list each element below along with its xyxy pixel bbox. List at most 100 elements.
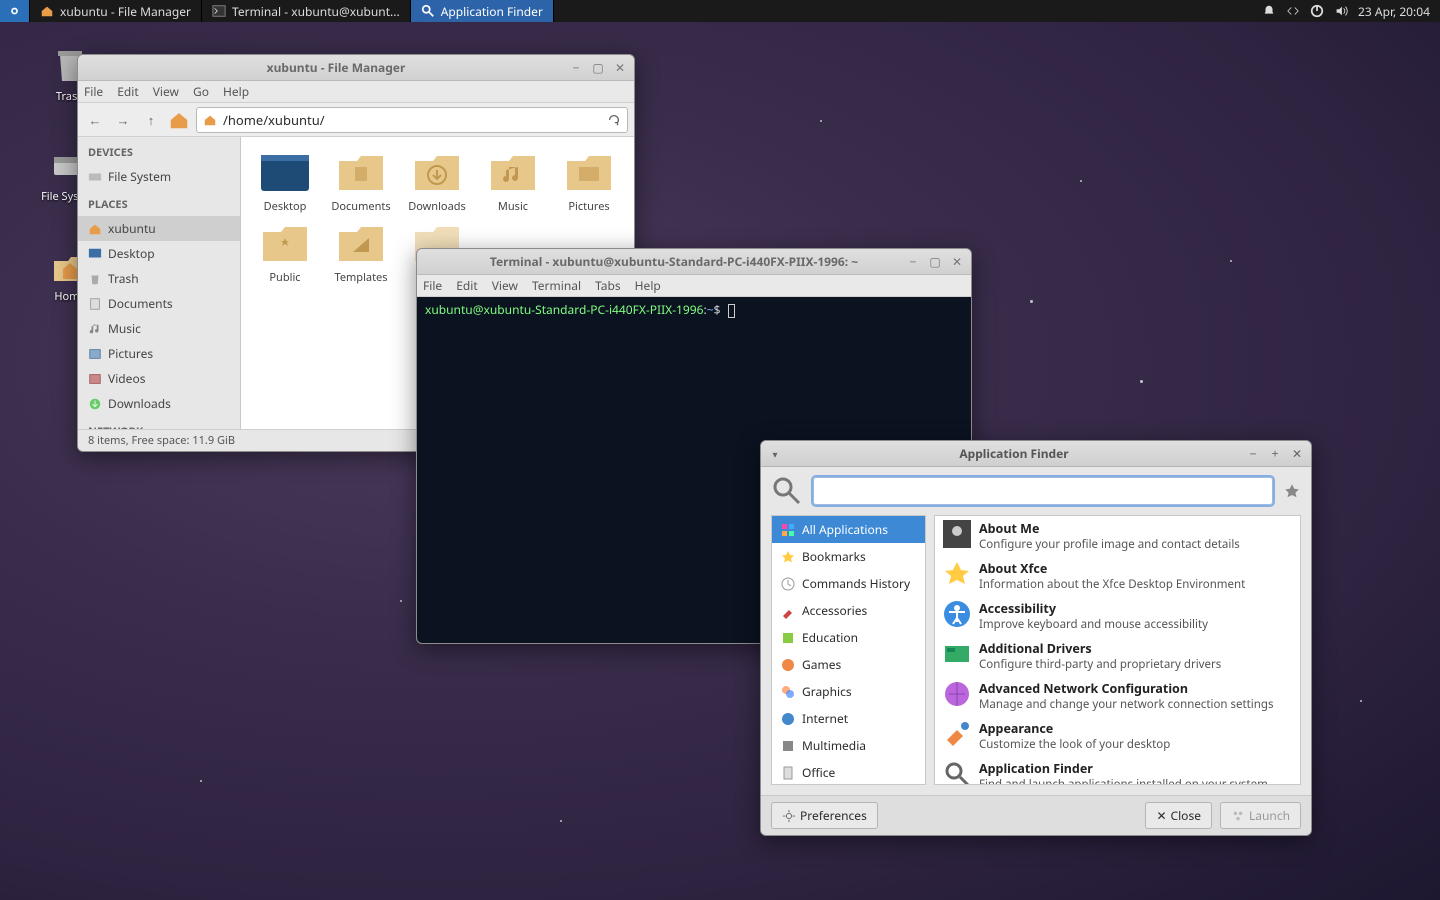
path-home-icon	[203, 113, 217, 127]
maximize-button[interactable]: +	[1267, 446, 1283, 462]
cat-office[interactable]: Office	[772, 759, 925, 785]
power-icon[interactable]	[1310, 4, 1324, 18]
maximize-button[interactable]: ▢	[590, 60, 606, 76]
sidebar-item-music[interactable]: Music	[78, 316, 240, 341]
search-input[interactable]	[813, 477, 1273, 505]
task-file-manager[interactable]: xubuntu - File Manager	[30, 0, 202, 22]
notifications-icon[interactable]	[1262, 4, 1276, 18]
menu-terminal[interactable]: Terminal	[532, 277, 581, 294]
menu-edit[interactable]: Edit	[117, 83, 138, 100]
sidebar-item-label: Trash	[108, 270, 139, 287]
menu-go[interactable]: Go	[193, 83, 209, 100]
gear-icon	[782, 809, 796, 823]
bookmark-icon[interactable]	[1283, 482, 1301, 500]
menu-view[interactable]: View	[492, 277, 518, 294]
menu-file[interactable]: File	[423, 277, 442, 294]
app-title: Advanced Network Configuration	[979, 680, 1273, 697]
app-finder-window: ▾ Application Finder − + ✕ All Applicati…	[760, 440, 1312, 836]
sidebar-item-pictures[interactable]: Pictures	[78, 341, 240, 366]
menu-help[interactable]: Help	[635, 277, 661, 294]
folder-desktop[interactable]: Desktop	[251, 147, 319, 214]
launch-button[interactable]: Launch	[1220, 802, 1301, 829]
preferences-button[interactable]: Preferences	[771, 802, 878, 829]
sidebar-item-label: Downloads	[108, 395, 171, 412]
app-accessibility[interactable]: AccessibilityImprove keyboard and mouse …	[935, 596, 1300, 636]
forward-button[interactable]: →	[112, 109, 134, 131]
back-button[interactable]: ←	[84, 109, 106, 131]
cat-multimedia[interactable]: Multimedia	[772, 732, 925, 759]
folder-templates[interactable]: Templates	[327, 218, 395, 285]
sidebar-item-xubuntu[interactable]: xubuntu	[78, 216, 240, 241]
app-application-finder[interactable]: Application FinderFind and launch applic…	[935, 756, 1300, 785]
sidebar-hdr-network: NETWORK	[78, 416, 240, 429]
cat-all-applications[interactable]: All Applications	[772, 516, 925, 543]
minimize-button[interactable]: −	[905, 254, 921, 270]
network-icon[interactable]	[1286, 4, 1300, 18]
app-about-xfce[interactable]: About XfceInformation about the Xfce Des…	[935, 556, 1300, 596]
af-titlebar[interactable]: ▾ Application Finder − + ✕	[761, 441, 1311, 467]
menu-help[interactable]: Help	[223, 83, 249, 100]
btn-label: Preferences	[800, 807, 867, 824]
app-network-config[interactable]: Advanced Network ConfigurationManage and…	[935, 676, 1300, 716]
sidebar-item-desktop[interactable]: Desktop	[78, 241, 240, 266]
cat-internet[interactable]: Internet	[772, 705, 925, 732]
close-icon: ✕	[1156, 807, 1166, 824]
folder-label: Public	[269, 270, 300, 285]
sidebar-item-trash[interactable]: Trash	[78, 266, 240, 291]
sidebar-hdr-places: PLACES	[78, 189, 240, 216]
sidebar-item-filesystem[interactable]: File System	[78, 164, 240, 189]
cat-commands-history[interactable]: Commands History	[772, 570, 925, 597]
app-about-me[interactable]: About MeConfigure your profile image and…	[935, 516, 1300, 556]
menu-icon[interactable]: ▾	[767, 446, 783, 462]
clock[interactable]: 23 Apr, 20:04	[1358, 3, 1430, 20]
fm-titlebar[interactable]: xubuntu - File Manager − ▢ ✕	[78, 55, 634, 81]
app-title: About Me	[979, 520, 1240, 537]
volume-icon[interactable]	[1334, 4, 1348, 18]
cat-label: Games	[802, 656, 841, 673]
folder-music[interactable]: Music	[479, 147, 547, 214]
minimize-button[interactable]: −	[1245, 446, 1261, 462]
menu-tabs[interactable]: Tabs	[595, 277, 621, 294]
whisker-menu[interactable]	[0, 0, 30, 22]
path-text: /home/xubuntu/	[223, 111, 601, 129]
fm-sidebar: DEVICES File System PLACES xubuntu Deskt…	[78, 137, 241, 429]
system-tray: 23 Apr, 20:04	[1252, 3, 1440, 20]
app-appearance[interactable]: AppearanceCustomize the look of your des…	[935, 716, 1300, 756]
cat-games[interactable]: Games	[772, 651, 925, 678]
minimize-button[interactable]: −	[568, 60, 584, 76]
sidebar-item-videos[interactable]: Videos	[78, 366, 240, 391]
cat-accessories[interactable]: Accessories	[772, 597, 925, 624]
terminal-icon	[212, 4, 226, 18]
app-desc: Find and launch applications installed o…	[979, 777, 1268, 785]
folder-label: Templates	[334, 270, 387, 285]
app-additional-drivers[interactable]: Additional DriversConfigure third-party …	[935, 636, 1300, 676]
up-button[interactable]: ↑	[140, 109, 162, 131]
task-terminal[interactable]: Terminal - xubuntu@xubunt...	[202, 0, 411, 22]
menu-file[interactable]: File	[84, 83, 103, 100]
menu-view[interactable]: View	[153, 83, 179, 100]
sidebar-item-documents[interactable]: Documents	[78, 291, 240, 316]
home-button[interactable]	[168, 109, 190, 131]
reload-icon[interactable]	[607, 113, 621, 127]
close-button[interactable]: ✕	[1289, 446, 1305, 462]
folder-pictures[interactable]: Pictures	[555, 147, 623, 214]
task-app-finder[interactable]: Application Finder	[411, 0, 554, 22]
cat-graphics[interactable]: Graphics	[772, 678, 925, 705]
folder-public[interactable]: Public	[251, 218, 319, 285]
close-button[interactable]: ✕	[949, 254, 965, 270]
folder-downloads[interactable]: Downloads	[403, 147, 471, 214]
sidebar-item-label: Desktop	[108, 245, 155, 262]
close-button[interactable]: ✕	[612, 60, 628, 76]
cat-bookmarks[interactable]: Bookmarks	[772, 543, 925, 570]
cat-education[interactable]: Education	[772, 624, 925, 651]
folder-documents[interactable]: Documents	[327, 147, 395, 214]
launch-icon	[1231, 809, 1245, 823]
menu-edit[interactable]: Edit	[456, 277, 477, 294]
term-user-host: xubuntu@xubuntu-Standard-PC-i440FX-PIIX-…	[425, 301, 704, 318]
sidebar-item-downloads[interactable]: Downloads	[78, 391, 240, 416]
maximize-button[interactable]: ▢	[927, 254, 943, 270]
close-button[interactable]: ✕Close	[1145, 802, 1212, 829]
term-titlebar[interactable]: Terminal - xubuntu@xubuntu-Standard-PC-i…	[417, 249, 971, 275]
path-entry[interactable]: /home/xubuntu/	[196, 107, 628, 133]
sidebar-item-label: Pictures	[108, 345, 153, 362]
